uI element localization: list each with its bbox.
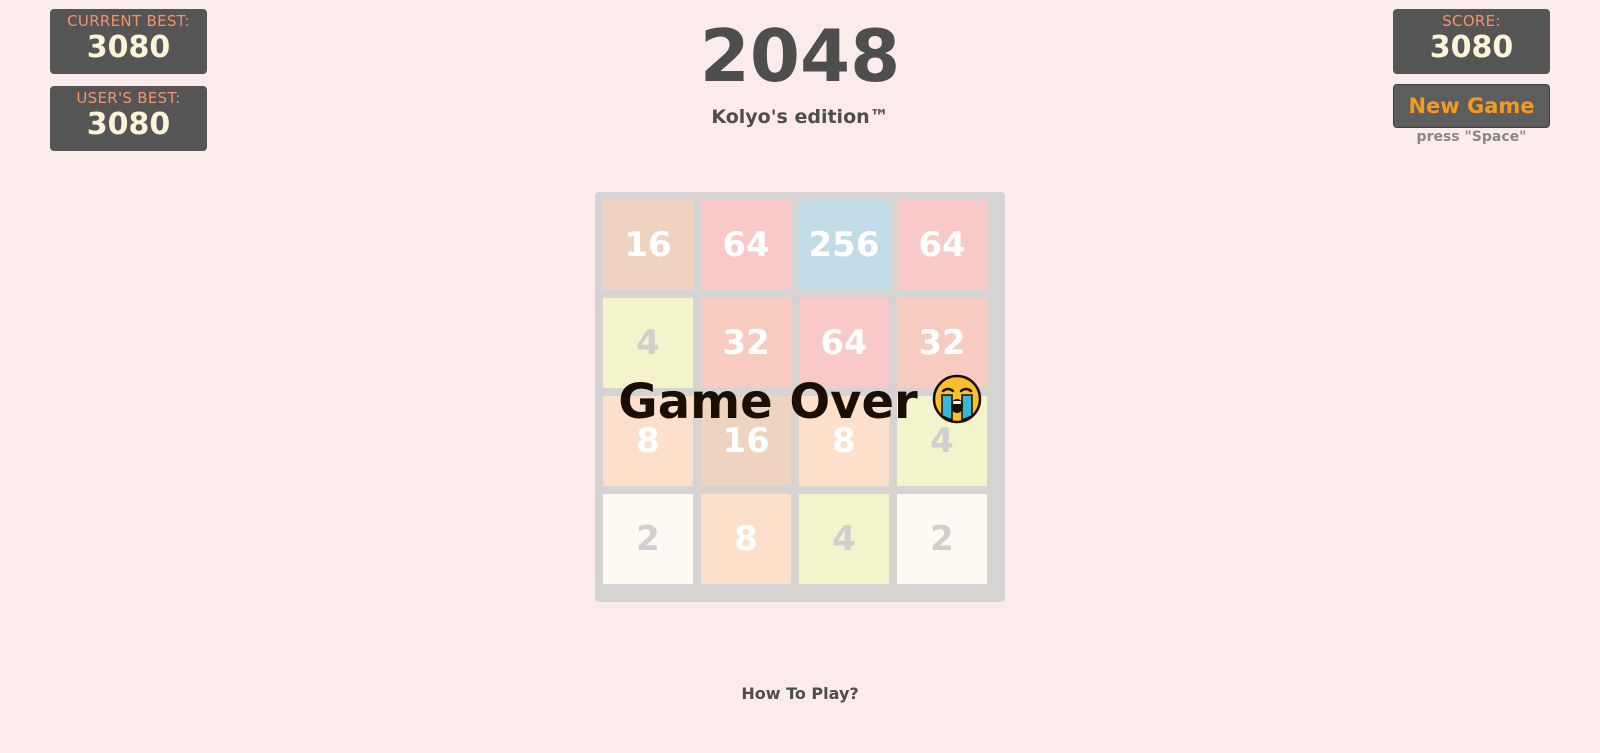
new-game-hint: press "Space" [1416, 129, 1527, 145]
tile: 2 [897, 494, 987, 584]
score-value: 3080 [1429, 30, 1514, 65]
tile: 8 [799, 396, 889, 486]
tile: 64 [799, 298, 889, 388]
game-title: 2048 [699, 14, 901, 98]
game-subtitle: Kolyo's edition™ [711, 106, 889, 128]
tile: 256 [799, 200, 889, 290]
tile: 16 [603, 200, 693, 290]
tile: 32 [897, 298, 987, 388]
game-board[interactable]: 16 64 256 64 4 32 64 32 8 16 8 4 2 8 4 2 [595, 192, 1005, 602]
tile: 64 [701, 200, 791, 290]
tile: 4 [897, 396, 987, 486]
tile: 4 [603, 298, 693, 388]
new-game-button[interactable]: New Game [1393, 84, 1550, 128]
tile: 2 [603, 494, 693, 584]
how-to-play-link[interactable]: How To Play? [0, 684, 1600, 703]
score-label: SCORE: [1442, 12, 1501, 30]
tile: 8 [603, 396, 693, 486]
tile: 4 [799, 494, 889, 584]
tile: 8 [701, 494, 791, 584]
tile: 32 [701, 298, 791, 388]
tile: 16 [701, 396, 791, 486]
score-box: SCORE: 3080 [1393, 9, 1550, 74]
tile: 64 [897, 200, 987, 290]
